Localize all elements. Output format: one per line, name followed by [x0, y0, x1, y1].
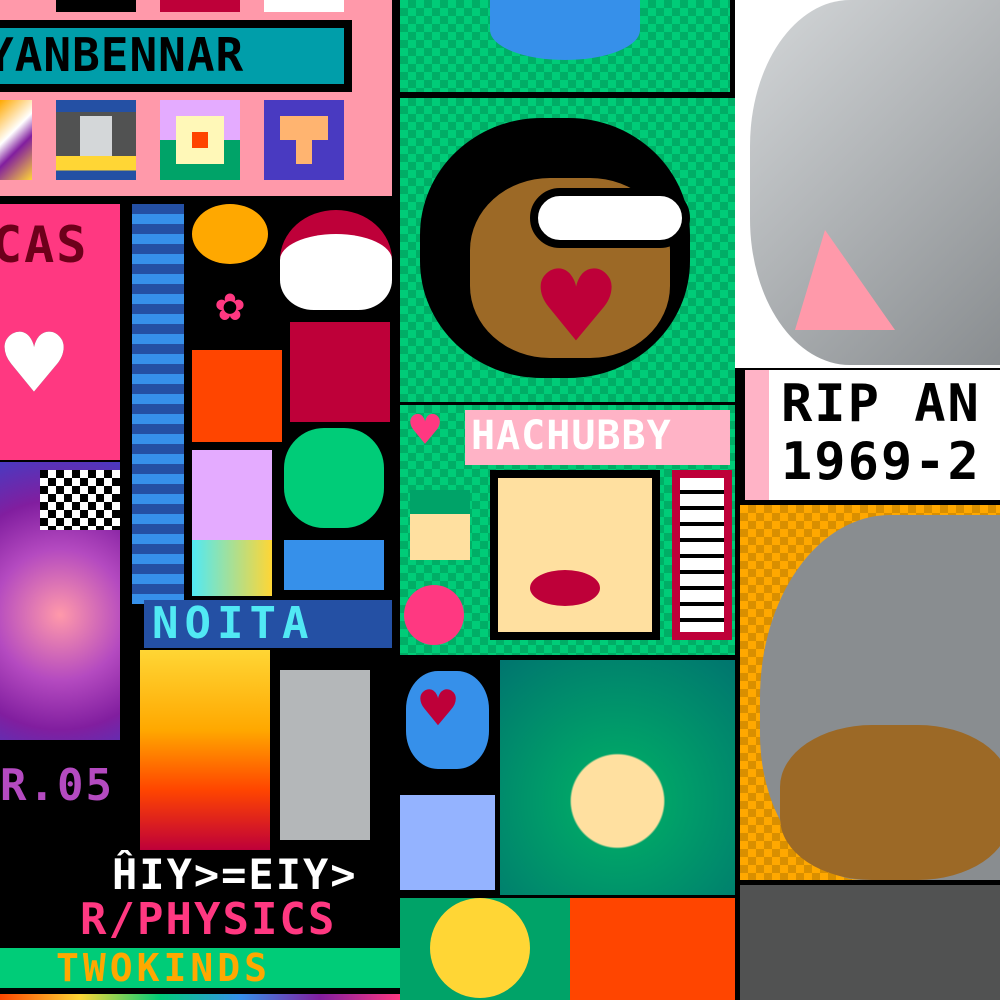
small-heart-icon: ♥ — [410, 401, 441, 459]
rip-banner: RIP AN 1969-2 — [745, 370, 1000, 500]
heart-gem-art: ♥ — [400, 665, 495, 775]
twokinds-banner: TWOKINDS — [0, 948, 400, 988]
top-tile-2 — [160, 0, 240, 12]
green-checker-top — [400, 0, 730, 92]
cas-panel: CAS ♥ — [0, 204, 120, 460]
name-banner: YANBENNAR — [0, 20, 352, 92]
rip-line1: RIP AN — [781, 374, 981, 434]
formula-label: ĤIY>=EIY> — [112, 850, 358, 899]
smiling-face-art — [280, 210, 392, 310]
castle-icon — [56, 100, 136, 180]
heart-icon: ♥ — [540, 238, 613, 377]
rip-line2: 1969-2 — [781, 432, 981, 492]
top-tile-3 — [264, 0, 344, 12]
heart-icon: ♥ — [4, 305, 65, 422]
noita-label: NOITA — [152, 598, 315, 649]
elf-art — [410, 490, 470, 560]
hachubby-banner: HACHUBBY — [465, 410, 730, 465]
brown-face-art — [780, 725, 1000, 880]
grey-cat-art — [735, 0, 1000, 368]
physics-label: R/PHYSICS — [80, 898, 336, 942]
top-tile-1 — [56, 0, 136, 12]
physics-text: R/PHYSICS — [80, 894, 337, 945]
pepe-panel: ♥ — [400, 98, 735, 402]
frog-art — [284, 428, 384, 528]
skeleton-art — [280, 670, 370, 840]
small-icon-art — [284, 540, 384, 590]
orange-checker-panel — [740, 505, 1000, 880]
heart-icon: ♥ — [420, 674, 457, 744]
muscle-icon — [264, 100, 344, 180]
twokinds-label: TWOKINDS — [56, 946, 272, 990]
flame-m-art — [140, 650, 270, 850]
bottom-right-art — [740, 885, 1000, 1000]
blue-pillar — [132, 204, 184, 604]
paw-icon: ✿ — [215, 276, 245, 332]
bottom-mid-art — [400, 898, 735, 1000]
rainbow-strip — [0, 994, 400, 1000]
version-label: R.05 — [0, 760, 114, 811]
gem-heart-art — [192, 540, 272, 596]
hachubby-label: HACHUBBY — [471, 413, 672, 459]
face-art — [490, 470, 660, 640]
noita-banner: NOITA — [144, 600, 392, 648]
name-banner-text: YANBENNAR — [0, 28, 344, 84]
pink-fox-art — [290, 322, 390, 422]
anime-girl-panel — [500, 660, 735, 895]
cas-label: CAS — [0, 216, 89, 274]
icon-tile-flag — [0, 100, 32, 180]
anime-face-art — [192, 450, 272, 540]
piano-art — [672, 470, 732, 640]
orange-fruit-icon — [192, 204, 268, 264]
checker-flag-art — [40, 470, 120, 530]
cat-icon-art — [400, 795, 495, 890]
fire-cat-art — [192, 350, 282, 442]
pink-hair-art — [404, 585, 464, 645]
portal-icon — [160, 100, 240, 180]
